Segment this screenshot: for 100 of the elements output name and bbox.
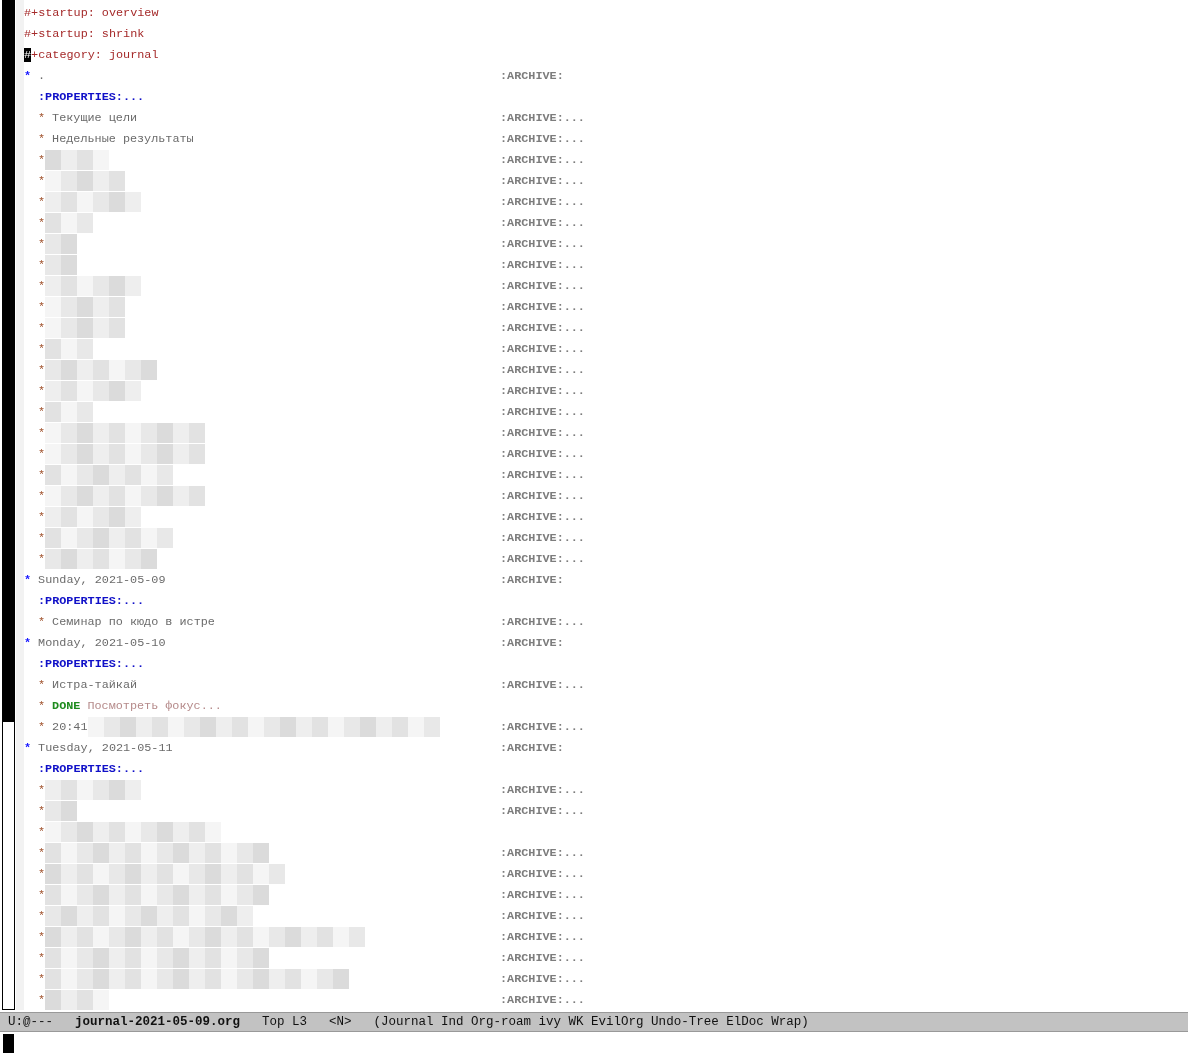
properties-drawer[interactable]: :PROPERTIES:... [38,593,145,608]
subheading-asterisk: * [38,278,46,293]
subheading-title: 20:41 [52,719,88,734]
subheading-tag: :ARCHIVE:... [500,194,585,209]
subheading-asterisk: * [38,803,46,818]
subheading-title: Недельные результаты [52,131,194,146]
subheading-tag: :ARCHIVE:... [500,341,585,356]
subheading-title: Посмотреть фокус... [87,698,222,713]
subheading-asterisk: * [38,152,46,167]
mode-list: (Journal Ind Org-roam ivy WK EvilOrg Undo-Tree ElDoc Wrap) [373,1015,809,1029]
subheading-asterisk: * [38,131,46,146]
subheading-tag: :ARCHIVE:... [500,320,585,335]
subheading-tag: :ARCHIVE:... [500,299,585,314]
subheading-asterisk: * [38,530,46,545]
subheading-tag: :ARCHIVE:... [500,950,585,965]
heading-tag: :ARCHIVE: [500,68,564,83]
subheading-tag: :ARCHIVE:... [500,383,585,398]
subheading-asterisk: * [38,194,46,209]
subheading-asterisk: * [38,173,46,188]
subheading-asterisk: * [38,782,46,797]
subheading-asterisk: * [38,950,46,965]
subheading-tag: :ARCHIVE:... [500,278,585,293]
subheading-asterisk: * [38,698,46,713]
subheading-tag: :ARCHIVE:... [500,908,585,923]
subheading-asterisk: * [38,236,46,251]
subheading-asterisk: * [38,425,46,440]
heading-asterisk: * [24,572,32,587]
subheading-tag: :ARCHIVE:... [500,971,585,986]
heading-asterisk: * [24,635,32,650]
subheading-asterisk: * [38,887,46,902]
subheading-asterisk: * [38,677,46,692]
subheading-tag: :ARCHIVE:... [500,404,585,419]
subheading-asterisk: * [38,362,46,377]
properties-drawer[interactable]: :PROPERTIES:... [38,656,145,671]
subheading-tag: :ARCHIVE:... [500,614,585,629]
subheading-asterisk: * [38,845,46,860]
heading-tag: :ARCHIVE: [500,635,564,650]
subheading-asterisk: * [38,488,46,503]
subheading-asterisk: * [38,509,46,524]
subheading-title: Семинар по кюдо в истре [52,614,215,629]
subheading-asterisk: * [38,929,46,944]
subheading-asterisk: * [38,866,46,881]
heading-tag: :ARCHIVE: [500,740,564,755]
scrollbar-thumb[interactable] [3,0,14,722]
heading-asterisk: * [24,68,32,83]
heading-title: Tuesday, 2021-05-11 [38,740,173,755]
subheading-tag: :ARCHIVE:... [500,110,585,125]
subheading-tag: :ARCHIVE:... [500,782,585,797]
subheading-asterisk: * [38,551,46,566]
evil-state: <N> [329,1015,352,1029]
subheading-asterisk: * [38,614,46,629]
subheading-tag: :ARCHIVE:... [500,425,585,440]
subheading-tag: :ARCHIVE:... [500,530,585,545]
subheading-tag: :ARCHIVE:... [500,845,585,860]
subheading-tag: :ARCHIVE:... [500,236,585,251]
subheading-asterisk: * [38,299,46,314]
subheading-asterisk: * [38,719,46,734]
subheading-tag: :ARCHIVE:... [500,551,585,566]
subheading-asterisk: * [38,383,46,398]
subheading-tag: :ARCHIVE:... [500,362,585,377]
heading-tag: :ARCHIVE: [500,572,564,587]
heading-asterisk: * [24,740,32,755]
subheading-tag: :ARCHIVE:... [500,257,585,272]
subheading-asterisk: * [38,320,46,335]
subheading-tag: :ARCHIVE:... [500,173,585,188]
todo-keyword: DONE [52,698,81,713]
properties-drawer[interactable]: :PROPERTIES:... [38,89,145,104]
subheading-tag: :ARCHIVE:... [500,488,585,503]
subheading-tag: :ARCHIVE:... [500,446,585,461]
subheading-asterisk: * [38,257,46,272]
subheading-asterisk: * [38,824,46,839]
scrollbar[interactable] [2,0,15,1010]
subheading-asterisk: * [38,467,46,482]
subheading-tag: :ARCHIVE:... [500,992,585,1007]
subheading-tag: :ARCHIVE:... [500,131,585,146]
properties-drawer[interactable]: :PROPERTIES:... [38,761,145,776]
subheading-tag: :ARCHIVE:... [500,866,585,881]
subheading-tag: :ARCHIVE:... [500,215,585,230]
subheading-asterisk: * [38,971,46,986]
subheading-asterisk: * [38,908,46,923]
subheading-asterisk: * [38,446,46,461]
subheading-tag: :ARCHIVE:... [500,152,585,167]
subheading-title: Истра-тайкай [52,677,138,692]
heading-title: Sunday, 2021-05-09 [38,572,166,587]
subheading-title: Текущие цели [52,110,138,125]
subheading-tag: :ARCHIVE:... [500,929,585,944]
keyword-line: +category: journal [31,47,159,62]
buffer-state: U:@--- [8,1015,53,1029]
subheading-tag: :ARCHIVE:... [500,803,585,818]
subheading-tag: :ARCHIVE:... [500,719,585,734]
subheading-tag: :ARCHIVE:... [500,677,585,692]
subheading-asterisk: * [38,404,46,419]
heading-title: . [38,68,46,83]
keyword-line: #+startup: shrink [24,26,145,41]
subheading-asterisk: * [38,110,46,125]
buffer-position: Top L3 [262,1015,308,1029]
buffer-name: journal-2021-05-09.org [75,1015,241,1029]
subheading-asterisk: * [38,215,46,230]
subheading-tag: :ARCHIVE:... [500,887,585,902]
subheading-tag: :ARCHIVE:... [500,509,585,524]
